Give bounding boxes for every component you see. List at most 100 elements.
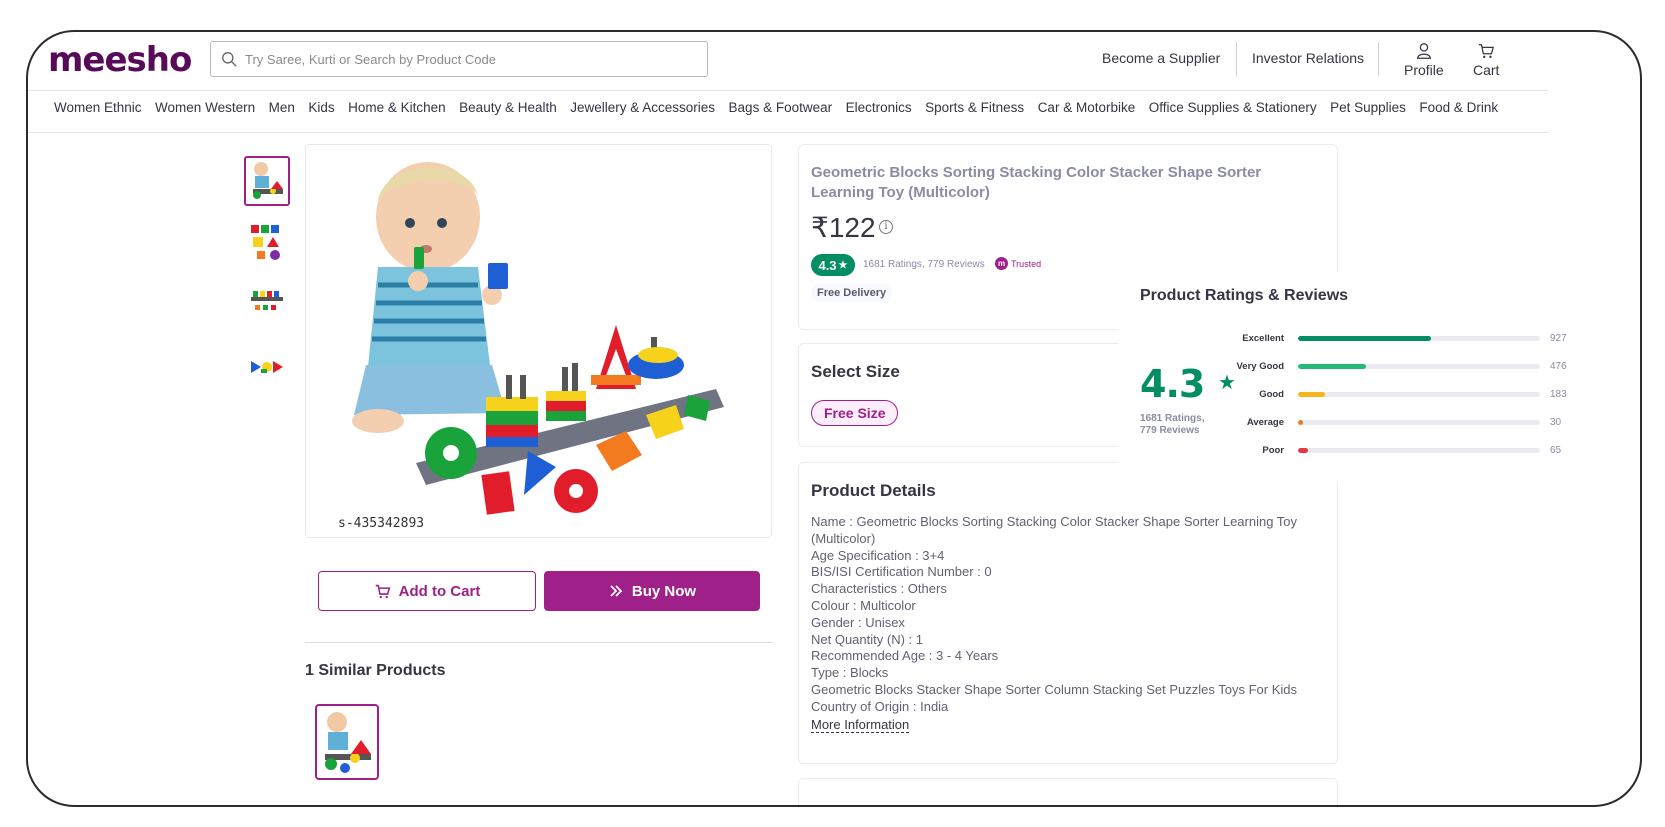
product-details-title: Product Details [811,481,936,500]
category-kids[interactable]: Kids [308,100,334,122]
info-icon[interactable]: i [879,220,893,234]
category-divider-line [28,132,1548,133]
product-thumbnail[interactable] [244,218,290,268]
rating-row-count: 30 [1550,416,1562,428]
rating-bar-fill [1298,335,1432,341]
product-thumbnail[interactable] [244,342,290,392]
buy-now-label: Buy Now [631,582,697,600]
rating-bar [1298,419,1540,425]
next-card [798,778,1338,805]
category-office-supplies[interactable]: Office Supplies & Stationery [1149,100,1317,122]
detail-line: Characteristics : Others [811,581,947,597]
category-home-kitchen[interactable]: Home & Kitchen [348,100,446,122]
category-women-ethnic[interactable]: Women Ethnic [54,100,142,122]
rating-bar-fill [1298,419,1303,425]
ratings-reviews-title: Product Ratings & Reviews [1140,287,1349,304]
size-option-free-size[interactable]: Free Size [811,400,899,426]
search-input[interactable] [245,51,685,67]
rating-row-count: 183 [1550,388,1567,400]
rating-row-good: Good 183 [1218,387,1578,401]
cart-button[interactable]: Cart [1473,42,1499,78]
detail-line: Name : Geometric Blocks Sorting Stacking… [811,514,1298,546]
rating-row-poor: Poor 65 [1218,443,1578,457]
category-women-western[interactable]: Women Western [155,100,255,122]
category-electronics[interactable]: Electronics [846,100,912,122]
rating-bar [1298,335,1540,341]
product-thumbnail[interactable] [244,280,290,330]
reviews-count-line: 779 Reviews [1140,425,1200,436]
category-nav: Women Ethnic Women Western Men Kids Home… [54,100,1559,122]
cart-label: Cart [1473,62,1500,78]
detail-line: BIS/ISI Certification Number : 0 [811,564,992,580]
detail-line: Country of Origin : India [811,698,949,714]
rating-row-label: Excellent [1242,332,1284,344]
trusted-badge: m Trusted [995,257,1041,270]
profile-label: Profile [1404,62,1444,78]
buy-now-button[interactable]: Buy Now [544,571,760,611]
category-bags-footwear[interactable]: Bags & Footwear [729,100,833,122]
category-sports-fitness[interactable]: Sports & Fitness [925,100,1024,122]
search-bar[interactable] [210,41,708,77]
rating-row-count: 927 [1550,332,1567,344]
more-information-link[interactable]: More Information [811,717,910,733]
trusted-label: Trusted [1011,258,1042,269]
category-jewellery-accessories[interactable]: Jewellery & Accessories [570,100,715,122]
add-to-cart-label: Add to Cart [398,582,481,600]
product-code-watermark: s-435342893 [338,516,425,531]
category-beauty-health[interactable]: Beauty & Health [459,100,557,122]
category-food-drink[interactable]: Food & Drink [1419,100,1498,122]
header-divider-line [28,90,1548,91]
product-title: Geometric Blocks Sorting Stacking Color … [811,164,1262,201]
meesho-m-icon: m [995,257,1008,270]
product-details-card: Product Details Name : Geometric Blocks … [798,462,1338,764]
product-details-list: Name : Geometric Blocks Sorting Stacking… [811,514,1331,716]
thumbnail-list [244,156,292,404]
rating-bar [1298,391,1540,397]
add-to-cart-button[interactable]: Add to Cart [318,571,536,611]
cart-icon [375,584,390,598]
detail-line: Gender : Unisex [811,614,905,630]
star-icon: ★ [838,259,848,271]
category-pet-supplies[interactable]: Pet Supplies [1330,100,1406,122]
header-divider [1236,42,1237,76]
category-men[interactable]: Men [269,100,295,122]
product-illustration [352,162,724,515]
average-rating: 4.3 [1140,362,1205,406]
profile-button[interactable]: Profile [1404,42,1444,78]
rating-bar [1298,363,1540,369]
search-icon [222,51,237,67]
investor-relations-link[interactable]: Investor Relations [1252,50,1364,66]
rating-row-average: Average 30 [1218,415,1578,429]
rating-bar-fill [1298,363,1366,369]
rating-row-label: Average [1246,416,1284,428]
become-supplier-link[interactable]: Become a Supplier [1102,50,1220,66]
ratings-reviews-panel: Product Ratings & Reviews 4.3 ★ 1681 Rat… [1118,272,1588,482]
rating-row-count: 65 [1550,444,1562,456]
product-price: ₹122 [811,212,876,243]
ratings-count: 1681 Ratings, 779 Reviews [1140,413,1204,437]
free-delivery-badge: Free Delivery [811,284,893,302]
product-thumbnail[interactable] [244,156,290,206]
rating-row-label: Good [1259,388,1284,400]
rating-bar-fill [1298,391,1325,397]
rating-row-very-good: Very Good 476 [1218,359,1578,373]
section-divider [305,642,772,643]
browser-frame: meesho Become a Supplier Investor Relati… [26,30,1642,807]
rating-value: 4.3 [818,257,837,273]
detail-line: Recommended Age : 3 - 4 Years [811,648,999,664]
similar-product-thumbnail[interactable] [315,704,379,780]
category-car-motorbike[interactable]: Car & Motorbike [1038,100,1136,122]
cart-icon [1479,44,1495,59]
rating-bar [1298,447,1540,453]
meesho-logo[interactable]: meesho [48,40,192,80]
rating-badge: 4.3 ★ [811,254,855,276]
header-divider [1378,42,1379,76]
main-product-image[interactable]: s-435342893 [305,144,772,538]
double-chevron-right-icon [610,585,623,597]
rating-bar-fill [1298,447,1308,453]
rating-row-excellent: Excellent 927 [1218,331,1578,345]
select-size-title: Select Size [811,362,900,381]
rating-row-label: Poor [1262,444,1284,456]
rating-summary: 1681 Ratings, 779 Reviews [863,259,985,270]
rating-row-label: Very Good [1236,360,1284,372]
